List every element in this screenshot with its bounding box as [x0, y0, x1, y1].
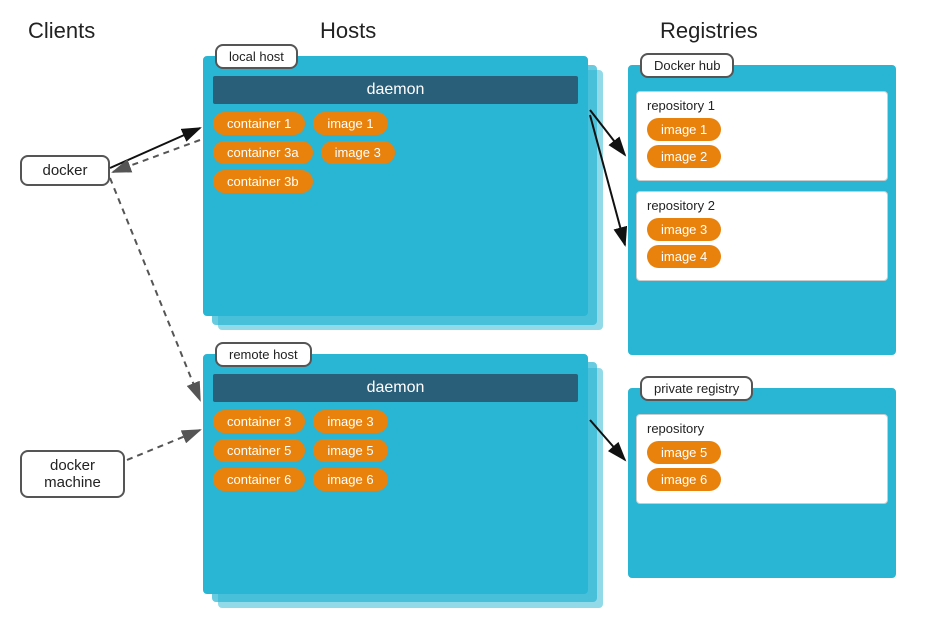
- repo1-box: repository 1 image 1 image 2: [636, 91, 888, 181]
- docker-client: docker: [20, 155, 110, 186]
- docker-machine-label: docker machine: [44, 457, 101, 491]
- local-container-3b: container 3b: [213, 170, 313, 193]
- repo2-image4-row: image 4: [647, 245, 877, 268]
- repo1-image1-row: image 1: [647, 118, 877, 141]
- repo2-title: repository 2: [647, 198, 877, 213]
- docker-machine-client: docker machine: [20, 450, 125, 498]
- private-image6-row: image 6: [647, 468, 877, 491]
- repo1-title: repository 1: [647, 98, 877, 113]
- private-registry-panel: private registry repository image 5 imag…: [628, 388, 896, 578]
- remote-image-3: image 3: [313, 410, 387, 433]
- local-host-daemon: daemon: [213, 76, 578, 104]
- private-image6: image 6: [647, 468, 721, 491]
- private-image5: image 5: [647, 441, 721, 464]
- private-repo-title: repository: [647, 421, 877, 436]
- remote-container-5: container 5: [213, 439, 305, 462]
- remote-row-3: container 6 image 6: [213, 468, 578, 491]
- private-repo-box: repository image 5 image 6: [636, 414, 888, 504]
- remote-image-6: image 6: [313, 468, 387, 491]
- local-row-3: container 3b: [213, 170, 578, 193]
- local-image-1: image 1: [313, 112, 387, 135]
- local-image-3: image 3: [321, 141, 395, 164]
- clients-header: Clients: [28, 18, 95, 44]
- repo2-image3: image 3: [647, 218, 721, 241]
- docker-hub-panel: Docker hub repository 1 image 1 image 2 …: [628, 65, 896, 355]
- local-row-1: container 1 image 1: [213, 112, 578, 135]
- repo2-image3-row: image 3: [647, 218, 877, 241]
- repo1-image2: image 2: [647, 145, 721, 168]
- private-registry-label: private registry: [640, 376, 753, 401]
- remote-row-2: container 5 image 5: [213, 439, 578, 462]
- remote-image-5: image 5: [313, 439, 387, 462]
- remote-row-1: container 3 image 3: [213, 410, 578, 433]
- remote-host-daemon: daemon: [213, 374, 578, 402]
- local-host-label: local host: [215, 44, 298, 69]
- local-host-panel: local host daemon container 1 image 1 co…: [203, 56, 588, 316]
- repo1-image2-row: image 2: [647, 145, 877, 168]
- repo1-image1: image 1: [647, 118, 721, 141]
- local-container-1: container 1: [213, 112, 305, 135]
- docker-label: docker: [42, 162, 87, 179]
- private-image5-row: image 5: [647, 441, 877, 464]
- diagram: Clients Hosts Registries docker docker m…: [0, 0, 927, 636]
- repo2-image4: image 4: [647, 245, 721, 268]
- remote-host-label: remote host: [215, 342, 312, 367]
- remote-container-6: container 6: [213, 468, 305, 491]
- docker-hub-label: Docker hub: [640, 53, 734, 78]
- remote-host-panel: remote host daemon container 3 image 3 c…: [203, 354, 588, 594]
- repo2-box: repository 2 image 3 image 4: [636, 191, 888, 281]
- hosts-header: Hosts: [320, 18, 376, 44]
- registries-header: Registries: [660, 18, 758, 44]
- remote-container-3: container 3: [213, 410, 305, 433]
- local-container-3a: container 3a: [213, 141, 313, 164]
- local-row-2: container 3a image 3: [213, 141, 578, 164]
